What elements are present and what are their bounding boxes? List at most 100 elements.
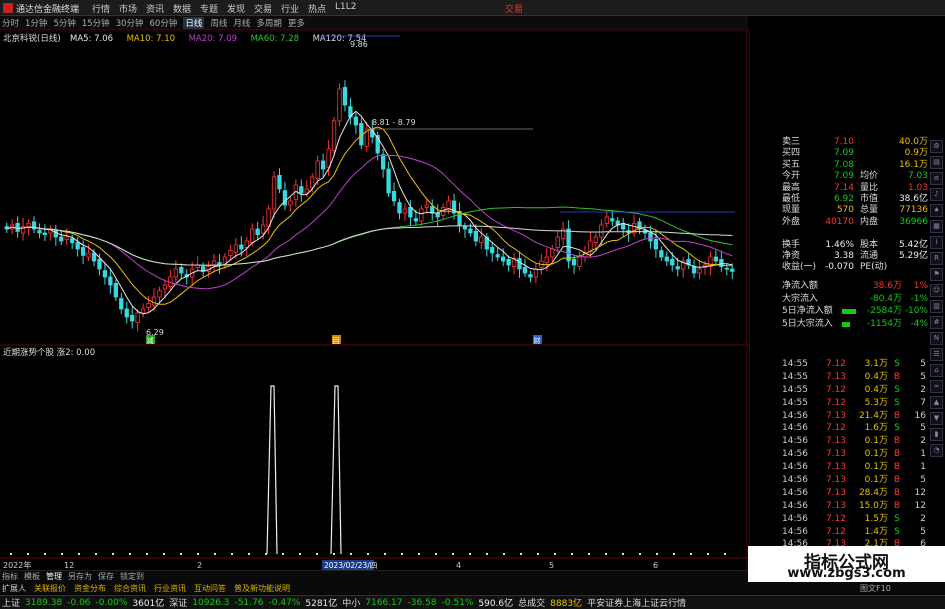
chart-area[interactable]: 北京科锐(日线) MA5: 7.06 MA10: 7.10 MA20: 7.09 MA6… xyxy=(0,30,748,570)
period-tab[interactable]: 多周期 xyxy=(256,17,282,29)
star-icon[interactable]: ★ xyxy=(930,204,943,217)
f10-link[interactable]: 图文F10 xyxy=(860,583,891,594)
period-tab[interactable]: 30分钟 xyxy=(116,17,144,29)
ma-legend-item: MA5: 7.06 xyxy=(70,34,113,44)
period-tab[interactable]: 5分钟 xyxy=(53,17,75,29)
candle-body xyxy=(353,116,359,126)
news-icon[interactable]: N xyxy=(930,332,943,345)
candle-body xyxy=(528,274,533,278)
menu-item[interactable]: 数据 xyxy=(173,2,200,15)
user-icon[interactable]: ☺ xyxy=(930,284,943,297)
info-icon[interactable]: i xyxy=(930,236,943,249)
period-tab[interactable]: 更多 xyxy=(288,17,305,29)
month-label: 4 xyxy=(456,561,461,570)
info-link[interactable]: 行业资讯 xyxy=(154,583,186,594)
info-link[interactable]: 资金分布 xyxy=(74,583,106,594)
grid-icon[interactable]: ▦ xyxy=(930,220,943,233)
candle-body xyxy=(664,256,669,262)
info-link[interactable]: 互动问答 xyxy=(194,583,226,594)
tick-time: 14:56 xyxy=(782,462,808,473)
period-tab[interactable]: 日线 xyxy=(183,16,205,29)
period-tab[interactable]: 1分钟 xyxy=(25,17,47,29)
index-percent: -0.51% xyxy=(441,597,474,608)
quote-key: 流通 xyxy=(860,250,879,261)
tick-price: 7.12 xyxy=(825,513,846,524)
link-icon[interactable]: ∞ xyxy=(930,380,943,393)
event-marker[interactable]: 财 xyxy=(533,335,542,345)
menu-item[interactable]: 行业 xyxy=(281,2,308,15)
menu-icon[interactable]: ☰ xyxy=(930,348,943,361)
quote-row: 现量 570 总量 77136 xyxy=(782,205,928,216)
candle-body xyxy=(588,240,593,252)
candle-body xyxy=(304,188,309,194)
gear-icon[interactable]: ⚙ xyxy=(930,140,943,153)
index-change: -0.06 xyxy=(67,597,91,608)
period-tab[interactable]: 分时 xyxy=(2,17,19,29)
tick-time: 14:56 xyxy=(782,436,808,447)
info-link[interactable]: 关联报价 xyxy=(34,583,66,594)
event-marker[interactable]: 减 xyxy=(146,335,155,345)
candle-body xyxy=(97,258,102,270)
menu-item[interactable]: L1L2 xyxy=(335,2,362,15)
event-marker[interactable]: 回 xyxy=(332,335,341,345)
info-link[interactable]: 综合资讯 xyxy=(114,583,146,594)
broker-name[interactable]: 平安证券上海上证云行情 xyxy=(587,596,686,609)
candle-body xyxy=(408,206,413,218)
candle-body xyxy=(86,252,91,258)
signal-spike xyxy=(266,385,278,555)
period-tab[interactable]: 60分钟 xyxy=(150,17,178,29)
indicator-tab[interactable]: 锁定到 xyxy=(120,571,144,582)
up-icon[interactable]: ▲ xyxy=(930,396,943,409)
side-toolbar: ⚙ ▤ ≡ ♪ ★ ▦ i R ⚑ ☺ ▥ # N ☰ ⌂ ∞ ▲ ▼ ▮ ◔ xyxy=(930,140,945,460)
down-icon[interactable]: ▼ xyxy=(930,412,943,425)
indicator-tab[interactable]: 模板 xyxy=(24,571,40,582)
candle-body xyxy=(320,160,326,170)
level-annotation: 8.81 - 8.79 xyxy=(372,118,416,127)
flag-icon[interactable]: ⚑ xyxy=(930,268,943,281)
candle-body xyxy=(517,258,522,270)
tick-side: B xyxy=(893,462,901,473)
indicator-tab[interactable]: 另存为 xyxy=(68,571,92,582)
period-bar: 分时 1分钟 5分钟 15分钟 30分钟 60分钟 日线 周线 月线 多周期 更多 xyxy=(0,16,748,30)
period-tab[interactable]: 月线 xyxy=(233,17,250,29)
quote-value: 77136 xyxy=(899,205,928,216)
indicator-tab[interactable]: 指标 xyxy=(2,571,18,582)
menu-item[interactable]: 市场 xyxy=(119,2,146,15)
bar-icon[interactable]: ▮ xyxy=(930,428,943,441)
book-icon[interactable]: ▥ xyxy=(930,300,943,313)
quote-row: 换手 1.46% 股本 5.42亿 xyxy=(782,240,928,251)
period-tab[interactable]: 周线 xyxy=(210,17,227,29)
list-icon[interactable]: ≡ xyxy=(930,172,943,185)
index-name[interactable]: 深证 xyxy=(169,596,187,609)
index-name[interactable]: 中小 xyxy=(342,596,360,609)
flow-label: 大宗流入 xyxy=(782,293,819,304)
info-link[interactable]: 普及新功能说明 xyxy=(234,583,290,594)
info-link[interactable]: 扩展人 xyxy=(2,583,26,594)
bell-icon[interactable]: ♪ xyxy=(930,188,943,201)
trade-link[interactable]: 交易 xyxy=(505,2,523,15)
period-tab[interactable]: 15分钟 xyxy=(82,17,110,29)
calc-icon[interactable]: # xyxy=(930,316,943,329)
menu-item[interactable]: 发现 xyxy=(227,2,254,15)
candle-body xyxy=(15,222,20,232)
menu-item[interactable]: 专题 xyxy=(200,2,227,15)
menu-item[interactable]: 交易 xyxy=(254,2,281,15)
menu-item[interactable]: 资讯 xyxy=(146,2,173,15)
chart-icon[interactable]: ▤ xyxy=(930,156,943,169)
lock-icon[interactable]: ⌂ xyxy=(930,364,943,377)
candle-body xyxy=(713,256,719,262)
quote-key xyxy=(854,148,886,159)
quote-key xyxy=(854,160,886,171)
quote-value: 5.29亿 xyxy=(898,250,928,261)
indicator-tab[interactable]: 管理 xyxy=(46,571,62,582)
tick-price: 7.12 xyxy=(825,397,846,408)
index-name[interactable]: 上证 xyxy=(2,596,20,609)
menu-item[interactable]: 行情 xyxy=(92,2,119,15)
quote-key xyxy=(854,228,886,239)
tick-side: B xyxy=(893,500,901,511)
pie-icon[interactable]: ◔ xyxy=(930,444,943,457)
indicator-tab[interactable]: 保存 xyxy=(98,571,114,582)
rsi-icon[interactable]: R xyxy=(930,252,943,265)
menu-item[interactable]: 热点 xyxy=(308,2,335,15)
tick-price: 7.13 xyxy=(825,371,846,382)
